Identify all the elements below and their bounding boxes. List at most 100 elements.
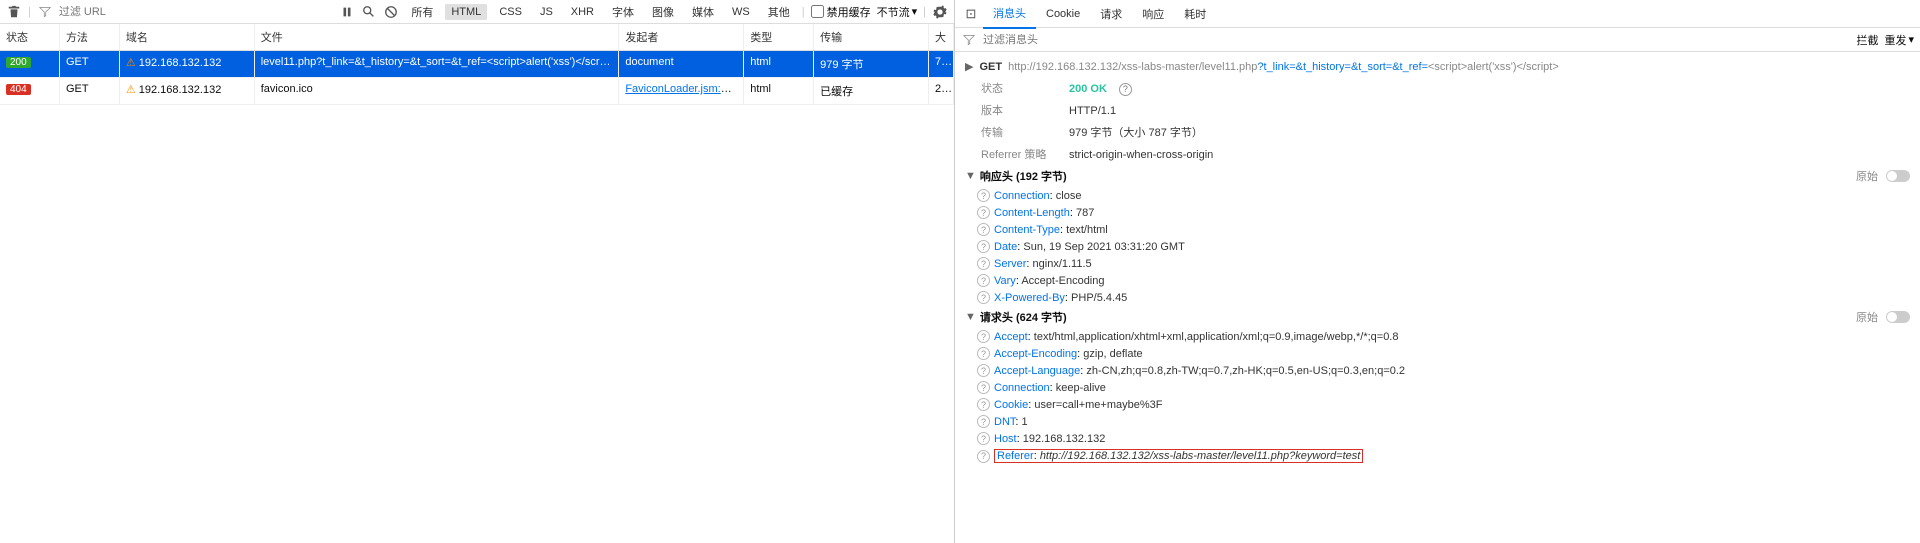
filter-ws[interactable]: WS <box>726 4 756 20</box>
disable-cache-checkbox[interactable]: 禁用缓存 <box>811 4 871 20</box>
headers-filter-input[interactable] <box>983 34 1850 46</box>
help-icon[interactable]: ? <box>977 450 990 463</box>
header-value: Sun, 19 Sep 2021 03:31:20 GMT <box>1023 241 1184 253</box>
tab-headers[interactable]: 消息头 <box>983 0 1036 29</box>
help-icon[interactable]: ? <box>977 381 990 394</box>
header-name: Vary <box>994 275 1016 287</box>
headers-body: ▶ GET http://192.168.132.132/xss-labs-ma… <box>955 52 1920 543</box>
status-label: 状态 <box>981 80 1061 96</box>
tab-timing[interactable]: 耗时 <box>1174 0 1216 28</box>
filter-font[interactable]: 字体 <box>606 2 640 22</box>
filter-image[interactable]: 图像 <box>646 2 680 22</box>
transfer-value: 979 字节（大小 787 字节） <box>1069 124 1203 140</box>
header-value: 787 <box>1076 207 1094 219</box>
col-domain[interactable]: 域名 <box>120 24 255 50</box>
raw-toggle[interactable] <box>1886 170 1910 182</box>
header-row: ?Vary: Accept-Encoding <box>955 272 1920 289</box>
help-icon[interactable]: ? <box>977 240 990 253</box>
header-row: ?X-Powered-By: PHP/5.4.45 <box>955 289 1920 306</box>
header-value: http://192.168.132.132/xss-labs-master/l… <box>1040 450 1361 462</box>
request-url: http://192.168.132.132/xss-labs-master/l… <box>1008 61 1559 73</box>
trash-icon[interactable] <box>6 4 22 20</box>
close-detail-button[interactable]: ⊡ <box>959 6 983 22</box>
header-row: ?Connection: close <box>955 187 1920 204</box>
tab-response[interactable]: 响应 <box>1132 0 1174 28</box>
insecure-icon: ⚠ <box>126 57 136 69</box>
header-row: ?Content-Type: text/html <box>955 221 1920 238</box>
help-icon[interactable]: ? <box>977 206 990 219</box>
filter-css[interactable]: CSS <box>493 4 528 20</box>
request-detail-panel: ⊡ 消息头 Cookie 请求 响应 耗时 拦截 重发▾ ▶ GET http:… <box>955 0 1920 543</box>
help-icon[interactable]: ? <box>977 257 990 270</box>
filter-html[interactable]: HTML <box>445 4 487 20</box>
tab-request[interactable]: 请求 <box>1090 0 1132 28</box>
table-row[interactable]: 200GET⚠192.168.132.132level11.php?t_link… <box>0 51 954 78</box>
version-value: HTTP/1.1 <box>1069 105 1116 117</box>
filter-other[interactable]: 其他 <box>762 2 796 22</box>
help-icon[interactable]: ? <box>977 364 990 377</box>
help-icon[interactable]: ? <box>977 330 990 343</box>
header-row: ?Date: Sun, 19 Sep 2021 03:31:20 GMT <box>955 238 1920 255</box>
response-headers-section[interactable]: ▼ 响应头 (192 字节) 原始 <box>955 165 1920 187</box>
resend-dropdown[interactable]: 重发▾ <box>1884 32 1914 48</box>
throttling-dropdown[interactable]: 不节流 ▾ <box>877 4 918 20</box>
help-icon[interactable]: ? <box>977 189 990 202</box>
col-method[interactable]: 方法 <box>60 24 120 50</box>
tab-cookie[interactable]: Cookie <box>1036 2 1090 26</box>
col-transfer[interactable]: 传输 <box>814 24 929 50</box>
status-badge: 200 <box>6 57 31 68</box>
col-initiator[interactable]: 发起者 <box>619 24 744 50</box>
chevron-down-icon: ▾ <box>1908 33 1914 46</box>
help-icon[interactable]: ? <box>1119 83 1132 96</box>
header-name: Accept-Encoding <box>994 348 1077 360</box>
url-filter-input[interactable] <box>59 6 259 18</box>
header-name: Cookie <box>994 399 1028 411</box>
header-value: gzip, deflate <box>1083 348 1142 360</box>
request-table: 状态 方法 域名 文件 发起者 类型 传输 大 200GET⚠192.168.1… <box>0 24 954 543</box>
help-icon[interactable]: ? <box>977 432 990 445</box>
network-toolbar: | 所有 HTML CSS JS XHR 字体 图像 媒体 WS 其他 | 禁用… <box>0 0 954 24</box>
header-name: Date <box>994 241 1017 253</box>
header-value: 192.168.132.132 <box>1023 433 1106 445</box>
help-icon[interactable]: ? <box>977 398 990 411</box>
header-name: DNT <box>994 416 1015 428</box>
header-row: ?Referer: http://192.168.132.132/xss-lab… <box>955 447 1920 465</box>
filter-js[interactable]: JS <box>534 4 559 20</box>
header-value: keep-alive <box>1056 382 1106 394</box>
col-size[interactable]: 大 <box>929 24 954 50</box>
filter-media[interactable]: 媒体 <box>686 2 720 22</box>
col-type[interactable]: 类型 <box>744 24 814 50</box>
referrer-policy-label: Referrer 策略 <box>981 146 1061 162</box>
block-icon[interactable] <box>383 4 399 20</box>
header-name: Server <box>994 258 1026 270</box>
filter-all[interactable]: 所有 <box>405 2 439 22</box>
filter-icon <box>961 32 977 48</box>
help-icon[interactable]: ? <box>977 274 990 287</box>
table-row[interactable]: 404GET⚠192.168.132.132favicon.icoFavicon… <box>0 78 954 105</box>
help-icon[interactable]: ? <box>977 291 990 304</box>
col-file[interactable]: 文件 <box>255 24 620 50</box>
collapse-icon[interactable]: ▼ <box>965 311 976 323</box>
raw-toggle[interactable] <box>1886 311 1910 323</box>
header-row: ?Host: 192.168.132.132 <box>955 430 1920 447</box>
gear-icon[interactable] <box>932 4 948 20</box>
block-label[interactable]: 拦截 <box>1856 32 1878 48</box>
help-icon[interactable]: ? <box>977 415 990 428</box>
search-icon[interactable] <box>361 4 377 20</box>
version-label: 版本 <box>981 102 1061 118</box>
header-name: Referer <box>997 450 1034 462</box>
header-name: X-Powered-By <box>994 292 1065 304</box>
expand-icon[interactable]: ▶ <box>965 60 973 73</box>
help-icon[interactable]: ? <box>977 347 990 360</box>
request-headers-section[interactable]: ▼ 请求头 (624 字节) 原始 <box>955 306 1920 328</box>
pause-icon[interactable] <box>339 4 355 20</box>
collapse-icon[interactable]: ▼ <box>965 170 976 182</box>
help-icon[interactable]: ? <box>977 223 990 236</box>
filter-xhr[interactable]: XHR <box>565 4 600 20</box>
header-value: zh-CN,zh;q=0.8,zh-TW;q=0.7,zh-HK;q=0.5,e… <box>1086 365 1405 377</box>
col-status[interactable]: 状态 <box>0 24 60 50</box>
header-row: ?Accept-Language: zh-CN,zh;q=0.8,zh-TW;q… <box>955 362 1920 379</box>
transfer-label: 传输 <box>981 124 1061 140</box>
header-row: ?Accept: text/html,application/xhtml+xml… <box>955 328 1920 345</box>
header-value: close <box>1056 190 1082 202</box>
